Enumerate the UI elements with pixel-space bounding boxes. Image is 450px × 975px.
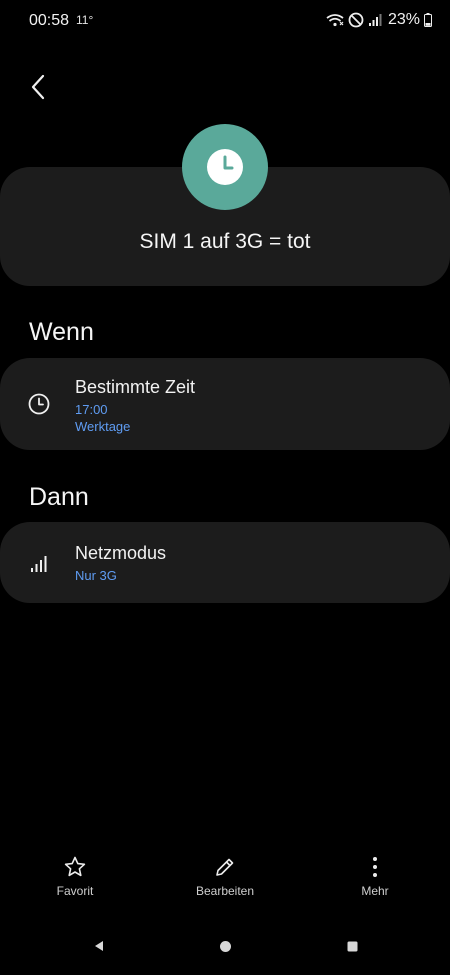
status-icons: 23% [326,11,432,29]
edit-button[interactable]: Bearbeiten [185,855,265,898]
routine-icon-badge [182,124,268,210]
chevron-left-icon [31,74,45,100]
more-vertical-icon [373,857,377,877]
condition-days: Werktage [75,419,131,434]
more-label: Mehr [361,884,389,898]
pencil-icon [216,858,234,876]
signal-bars-icon [27,551,51,575]
nav-recents-button[interactable] [342,936,362,956]
battery-percentage: 23% [387,11,420,28]
condition-name: Bestimmte Zeit [75,377,196,397]
favorite-label: Favorit [56,884,94,898]
condition-card-specific-time[interactable]: Bestimmte Zeit 17:00 Werktage [0,358,450,450]
wifi-icon [326,14,344,27]
more-button[interactable]: Mehr [355,855,395,898]
do-not-disturb-icon [348,12,364,28]
clock-icon [27,392,51,416]
status-temperature: 11° [76,13,94,27]
square-recents-icon [347,941,357,951]
triangle-back-icon [95,941,103,951]
back-button[interactable] [22,70,54,104]
action-card-network-mode[interactable]: Netzmodus Nur 3G [0,522,450,603]
action-name: Netzmodus [75,543,167,563]
edit-label: Bearbeiten [195,884,255,898]
star-icon [64,856,86,877]
condition-time: 17:00 [75,402,108,417]
battery-icon [424,13,432,27]
favorite-button[interactable]: Favorit [50,855,100,898]
system-navigation-bar [0,930,450,962]
nav-back-button[interactable] [89,936,109,956]
signal-icon [368,14,382,26]
nav-home-button[interactable] [215,936,235,956]
bottom-action-bar: Favorit Bearbeiten Mehr [0,855,450,915]
status-bar: 00:58 11° 23% [0,0,450,40]
then-section-title: Dann [29,483,89,511]
status-time: 00:58 [29,12,70,29]
routine-title: SIM 1 auf 3G = tot [139,230,311,253]
clock-icon [207,149,243,185]
circle-home-icon [219,940,231,952]
when-section-title: Wenn [29,318,94,346]
action-value: Nur 3G [75,568,117,583]
